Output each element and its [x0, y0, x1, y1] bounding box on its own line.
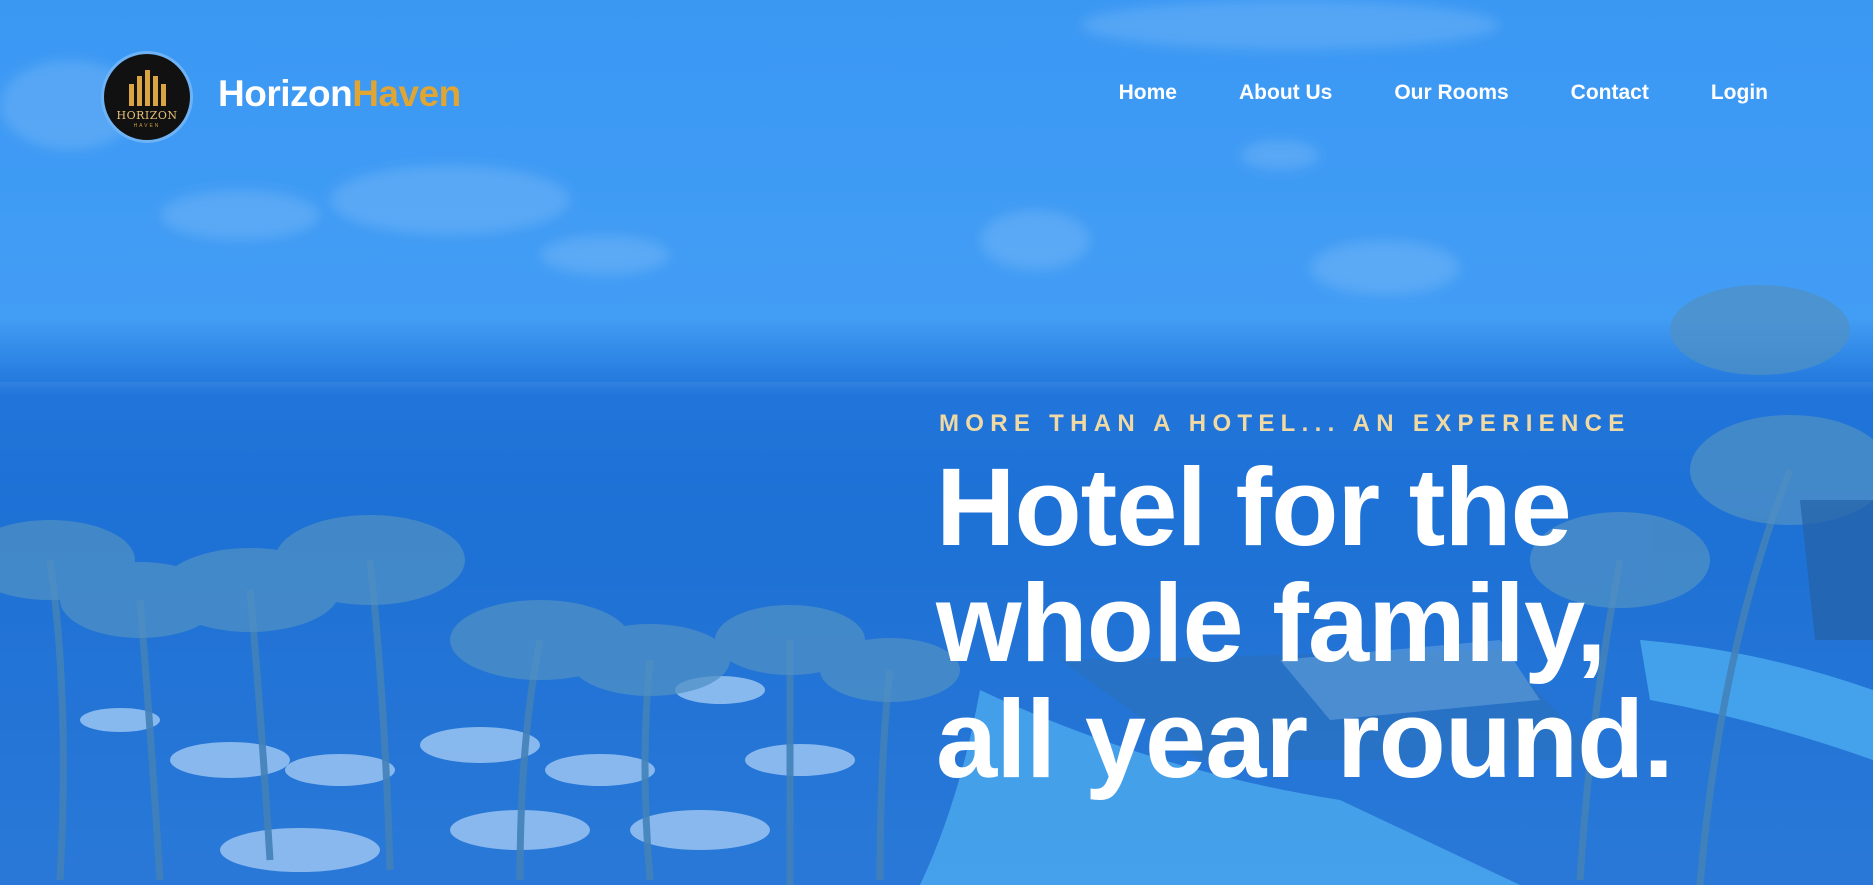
hero-eyebrow: MORE THAN A HOTEL... AN EXPERIENCE: [939, 410, 1631, 437]
logo-badge-subtext: HAVEN: [133, 122, 161, 129]
logo-badge-text: HORIZON: [116, 108, 178, 122]
nav-login-link[interactable]: Login: [1711, 80, 1768, 106]
hero-section: HORIZON HAVEN HorizonHaven Home About Us…: [0, 0, 1873, 885]
hero-headline-line: all year round.: [936, 678, 1674, 801]
nav-contact-link[interactable]: Contact: [1571, 80, 1649, 106]
building-icon: [128, 69, 166, 106]
brand-name-part1: Horizon: [218, 73, 353, 114]
brand-name-part2: Haven: [352, 73, 461, 114]
hero-headline: Hotel for the whole family, all year rou…: [936, 446, 1674, 801]
nav-home-link[interactable]: Home: [1119, 80, 1177, 106]
hero-headline-line: Hotel for the: [936, 446, 1572, 569]
main-nav: Home About Us Our Rooms Contact Login: [1057, 80, 1768, 106]
nav-about-link[interactable]: About Us: [1239, 80, 1332, 106]
hero-headline-line: whole family,: [936, 562, 1607, 685]
nav-rooms-link[interactable]: Our Rooms: [1394, 80, 1508, 106]
brand-logo[interactable]: HORIZON HAVEN: [101, 51, 193, 143]
brand-name[interactable]: HorizonHaven: [218, 72, 461, 116]
